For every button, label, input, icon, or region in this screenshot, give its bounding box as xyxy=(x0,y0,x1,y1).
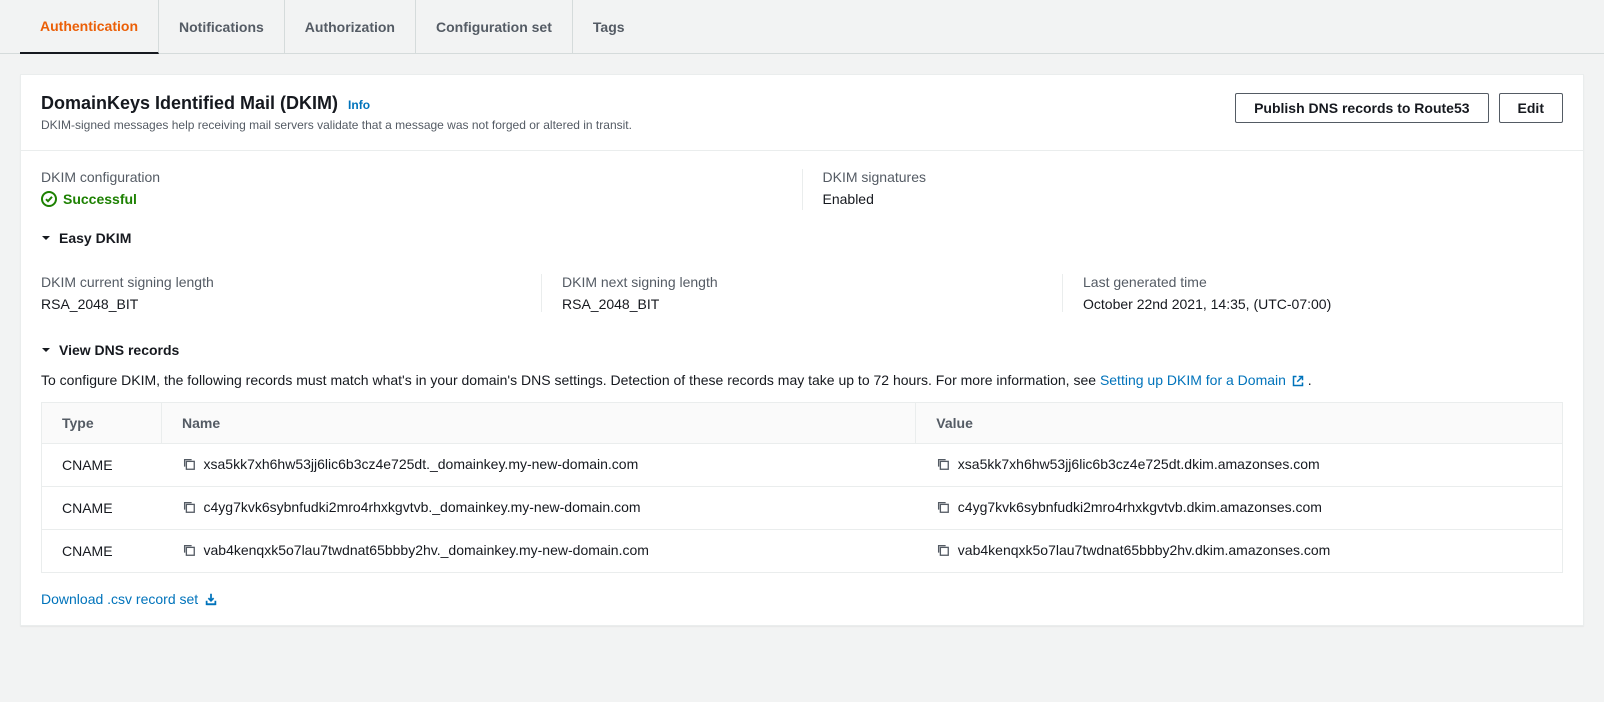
view-dns-toggle[interactable]: View DNS records xyxy=(21,322,1583,368)
easy-dkim-heading: Easy DKIM xyxy=(59,230,131,246)
panel-description: DKIM-signed messages help receiving mail… xyxy=(41,118,632,132)
tab-tags[interactable]: Tags xyxy=(573,0,645,53)
download-csv-text: Download .csv record set xyxy=(41,591,198,607)
dkim-sig-label: DKIM signatures xyxy=(823,169,1564,185)
cell-value: vab4kenqxk5o7lau7twdnat65bbby2hv.dkim.am… xyxy=(916,530,1563,573)
caret-down-icon xyxy=(41,233,51,243)
dkim-sig-value: Enabled xyxy=(823,191,1564,207)
caret-down-icon xyxy=(41,345,51,355)
publish-dns-button[interactable]: Publish DNS records to Route53 xyxy=(1235,93,1488,123)
last-gen-value: October 22nd 2021, 14:35, (UTC-07:00) xyxy=(1083,296,1563,312)
info-link[interactable]: Info xyxy=(348,98,370,112)
table-row: CNAMExsa5kk7xh6hw53jj6lic6b3cz4e725dt._d… xyxy=(42,444,1563,487)
tabs-bar: Authentication Notifications Authorizati… xyxy=(0,0,1604,54)
tab-configuration-set[interactable]: Configuration set xyxy=(416,0,573,53)
easy-dkim-toggle[interactable]: Easy DKIM xyxy=(21,220,1583,256)
dkim-config-value: Successful xyxy=(63,191,137,207)
download-csv-link[interactable]: Download .csv record set xyxy=(41,591,218,607)
download-icon xyxy=(204,592,218,606)
cell-name: xsa5kk7xh6hw53jj6lic6b3cz4e725dt._domain… xyxy=(162,444,916,487)
cell-value: c4yg7kvk6sybnfudki2mro4rhxkgvtvb.dkim.am… xyxy=(916,487,1563,530)
dns-body-suffix: . xyxy=(1308,372,1312,388)
dns-body-text: To configure DKIM, the following records… xyxy=(21,368,1583,402)
last-gen-label: Last generated time xyxy=(1083,274,1563,290)
next-len-label: DKIM next signing length xyxy=(562,274,1042,290)
copy-icon[interactable] xyxy=(182,543,196,557)
cell-value: xsa5kk7xh6hw53jj6lic6b3cz4e725dt.dkim.am… xyxy=(916,444,1563,487)
current-len-value: RSA_2048_BIT xyxy=(41,296,521,312)
easy-dkim-row: DKIM current signing length RSA_2048_BIT… xyxy=(21,256,1583,322)
col-value: Value xyxy=(916,403,1563,444)
tab-notifications[interactable]: Notifications xyxy=(159,0,285,53)
tab-authentication[interactable]: Authentication xyxy=(20,0,159,54)
next-len-value: RSA_2048_BIT xyxy=(562,296,1042,312)
panel-header: DomainKeys Identified Mail (DKIM) Info D… xyxy=(21,75,1583,150)
panel-title: DomainKeys Identified Mail (DKIM) xyxy=(41,93,338,114)
col-name: Name xyxy=(162,403,916,444)
table-row: CNAMEvab4kenqxk5o7lau7twdnat65bbby2hv._d… xyxy=(42,530,1563,573)
view-dns-heading: View DNS records xyxy=(59,342,179,358)
col-type: Type xyxy=(42,403,162,444)
external-link-icon xyxy=(1292,375,1304,387)
dkim-config-label: DKIM configuration xyxy=(41,169,782,185)
table-row: CNAMEc4yg7kvk6sybnfudki2mro4rhxkgvtvb._d… xyxy=(42,487,1563,530)
success-icon xyxy=(41,191,57,207)
cell-type: CNAME xyxy=(42,444,162,487)
dns-body-prefix: To configure DKIM, the following records… xyxy=(41,372,1100,388)
config-row: DKIM configuration Successful DKIM signa… xyxy=(21,151,1583,220)
dkim-setup-link[interactable]: Setting up DKIM for a Domain xyxy=(1100,372,1308,388)
copy-icon[interactable] xyxy=(936,500,950,514)
cell-name: vab4kenqxk5o7lau7twdnat65bbby2hv._domain… xyxy=(162,530,916,573)
current-len-label: DKIM current signing length xyxy=(41,274,521,290)
cell-type: CNAME xyxy=(42,530,162,573)
cell-name: c4yg7kvk6sybnfudki2mro4rhxkgvtvb._domain… xyxy=(162,487,916,530)
copy-icon[interactable] xyxy=(182,500,196,514)
dns-records-table: Type Name Value CNAMExsa5kk7xh6hw53jj6li… xyxy=(41,402,1563,573)
cell-type: CNAME xyxy=(42,487,162,530)
tab-authorization[interactable]: Authorization xyxy=(285,0,416,53)
dkim-setup-link-text: Setting up DKIM for a Domain xyxy=(1100,372,1286,388)
edit-button[interactable]: Edit xyxy=(1499,93,1563,123)
dkim-panel: DomainKeys Identified Mail (DKIM) Info D… xyxy=(20,74,1584,626)
copy-icon[interactable] xyxy=(182,457,196,471)
copy-icon[interactable] xyxy=(936,457,950,471)
dkim-config-status: Successful xyxy=(41,191,137,207)
copy-icon[interactable] xyxy=(936,543,950,557)
